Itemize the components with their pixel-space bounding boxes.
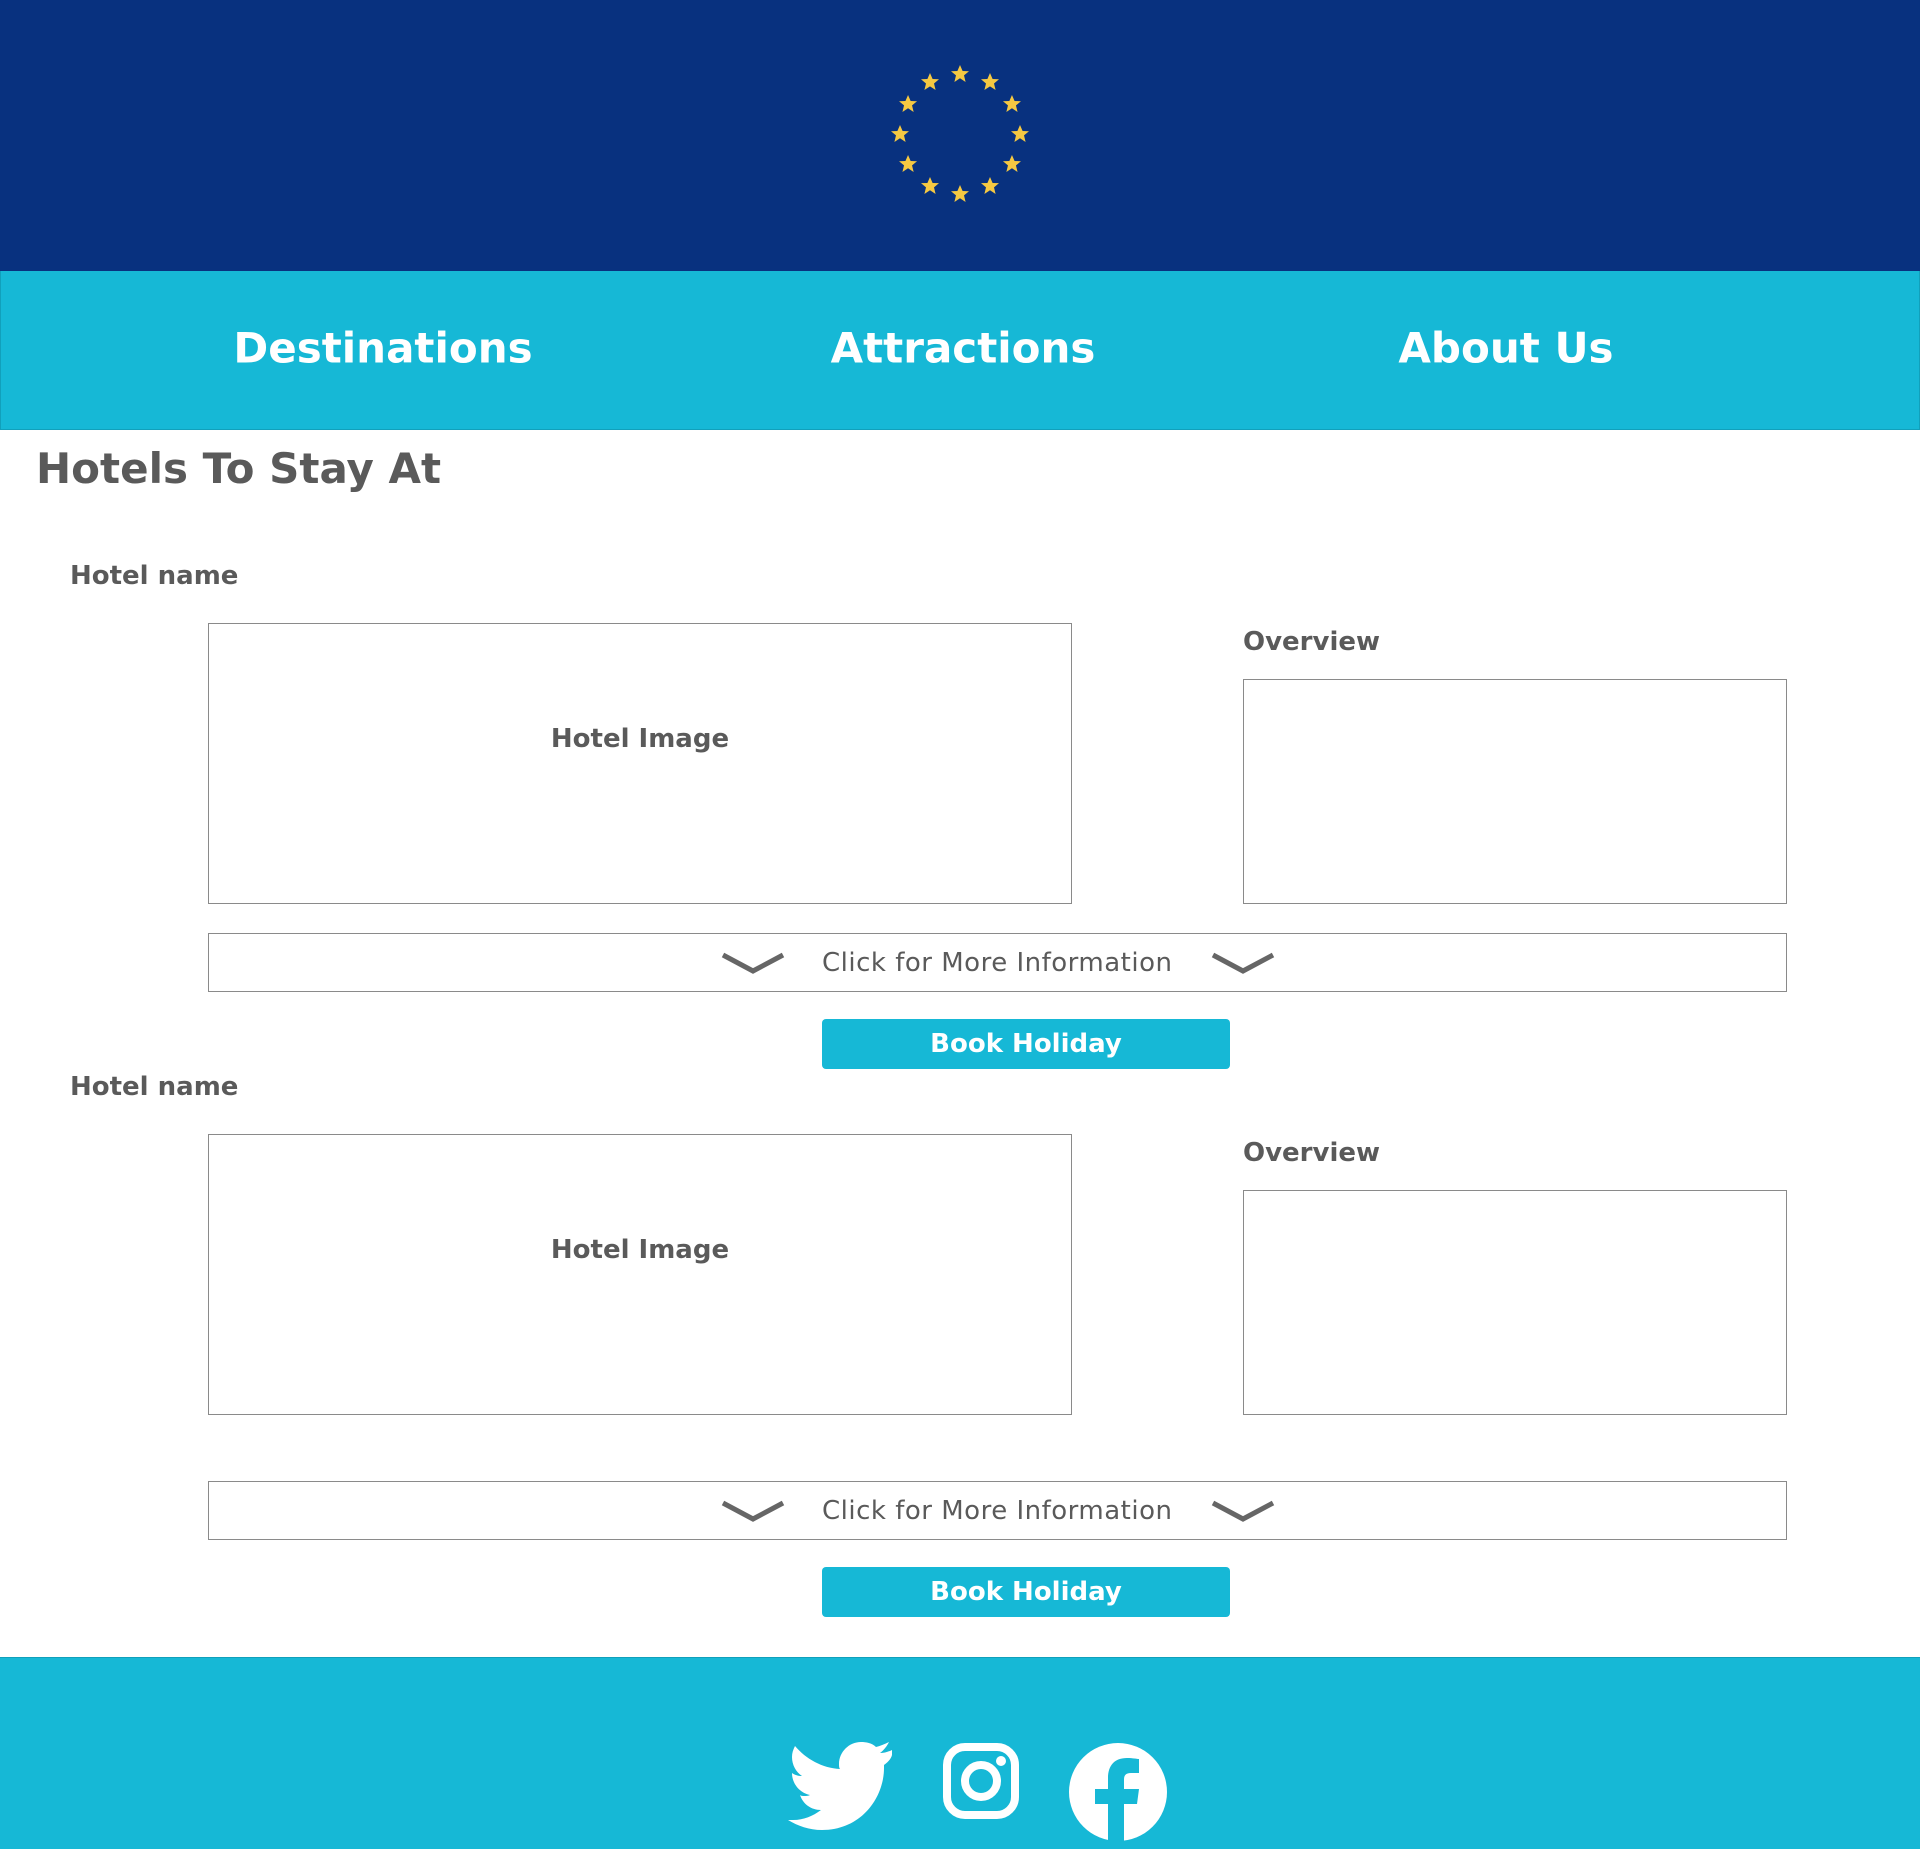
more-info-label: Click for More Information xyxy=(822,948,1173,978)
more-info-toggle[interactable]: Click for More Information xyxy=(208,1481,1787,1540)
nav-destinations[interactable]: Destinations xyxy=(233,324,532,373)
site-footer xyxy=(0,1657,1920,1849)
book-holiday-button[interactable]: Book Holiday xyxy=(822,1567,1230,1617)
chevron-down-icon xyxy=(1211,1500,1275,1522)
nav-about-us[interactable]: About Us xyxy=(1398,324,1613,373)
hotel-name: Hotel name xyxy=(70,1072,239,1102)
more-info-toggle[interactable]: Click for More Information xyxy=(208,933,1787,992)
site-header xyxy=(0,0,1920,271)
hotel-image-placeholder: Hotel Image xyxy=(208,623,1072,904)
main-nav: Destinations Attractions About Us xyxy=(0,271,1920,430)
overview-label: Overview xyxy=(1243,1138,1381,1168)
eu-stars-icon[interactable] xyxy=(886,60,1034,208)
more-info-label: Click for More Information xyxy=(822,1496,1173,1526)
hotel-image-label: Hotel Image xyxy=(550,724,730,754)
chevron-down-icon xyxy=(721,1500,785,1522)
overview-box xyxy=(1243,1190,1787,1415)
book-holiday-button[interactable]: Book Holiday xyxy=(822,1019,1230,1069)
instagram-icon[interactable] xyxy=(942,1742,1020,1820)
overview-box xyxy=(1243,679,1787,904)
nav-attractions[interactable]: Attractions xyxy=(831,324,1096,373)
chevron-down-icon xyxy=(721,952,785,974)
page-title: Hotels To Stay At xyxy=(36,444,442,493)
hotel-image-label: Hotel Image xyxy=(550,1235,730,1265)
facebook-icon[interactable] xyxy=(1068,1742,1168,1842)
chevron-down-icon xyxy=(1211,952,1275,974)
hotel-name: Hotel name xyxy=(70,561,239,591)
overview-label: Overview xyxy=(1243,627,1381,657)
hotel-image-placeholder: Hotel Image xyxy=(208,1134,1072,1415)
twitter-icon[interactable] xyxy=(786,1742,894,1830)
